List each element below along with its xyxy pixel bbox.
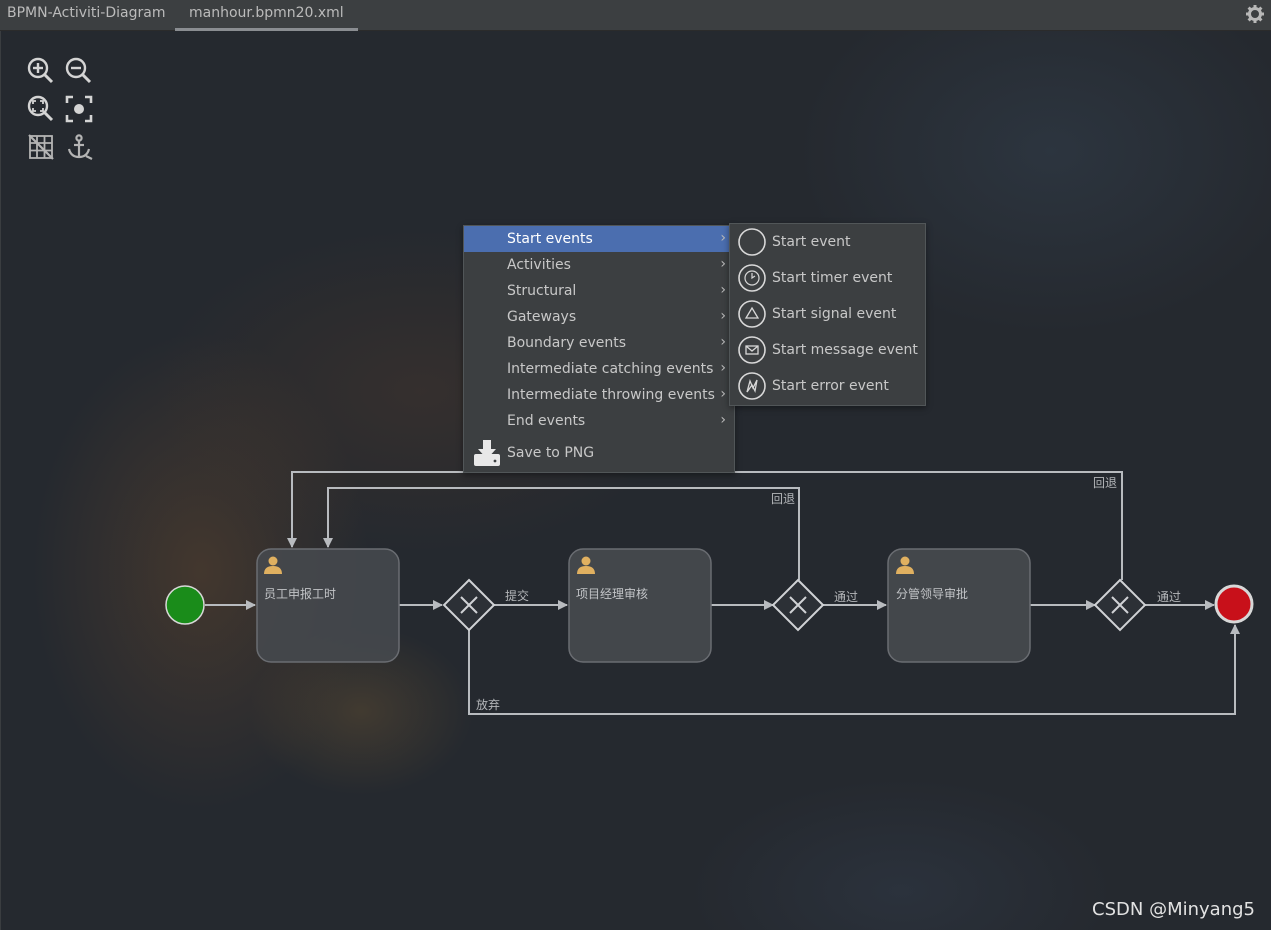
menu-item-gateways[interactable]: Gateways › <box>464 304 734 330</box>
watermark: CSDN @Minyang5 <box>1092 899 1255 920</box>
timer-icon <box>738 264 766 292</box>
task-pm-review[interactable] <box>568 548 712 663</box>
menu-item-label: Structural <box>507 283 577 299</box>
context-menu: Start events › Activities › Structural ›… <box>463 225 735 473</box>
exclusive-gateway-2[interactable] <box>771 578 825 632</box>
task-label: 分管领导审批 <box>896 587 969 601</box>
task-employee-report[interactable] <box>256 548 400 663</box>
menu-item-label: End events <box>507 413 586 429</box>
chevron-right-icon: › <box>720 334 726 350</box>
circle-icon <box>738 228 766 256</box>
menu-item-activities[interactable]: Activities › <box>464 252 734 278</box>
menu-item-save-to-png[interactable]: Save to PNG <box>464 438 734 470</box>
submenu-item-label: Start error event <box>772 378 889 394</box>
menu-item-label: Save to PNG <box>507 445 595 461</box>
start-events-submenu: Start event Start timer event Start sign… <box>729 223 926 406</box>
menu-item-label: Intermediate catching events <box>507 361 714 377</box>
submenu-item-label: Start signal event <box>772 306 897 322</box>
menu-item-label: Activities <box>507 257 571 273</box>
chevron-right-icon: › <box>720 412 726 428</box>
flow-label-submit: 提交 <box>505 589 530 603</box>
menu-item-label: Gateways <box>507 309 577 325</box>
submenu-item-start-message-event[interactable]: Start message event <box>730 332 925 368</box>
submenu-item-start-error-event[interactable]: Start error event <box>730 368 925 404</box>
submenu-item-label: Start event <box>772 234 851 250</box>
task-label: 员工申报工时 <box>264 587 337 601</box>
flow-label-reject: 回退 <box>1093 476 1118 490</box>
submenu-item-start-signal-event[interactable]: Start signal event <box>730 296 925 332</box>
submenu-item-start-event[interactable]: Start event <box>730 224 925 260</box>
signal-icon <box>738 300 766 328</box>
menu-item-intermediate-throwing-events[interactable]: Intermediate throwing events › <box>464 382 734 408</box>
submenu-item-start-timer-event[interactable]: Start timer event <box>730 260 925 296</box>
task-label: 项目经理审核 <box>576 587 649 601</box>
submenu-item-label: Start timer event <box>772 270 893 286</box>
message-icon <box>738 336 766 364</box>
flow-label-reject: 回退 <box>771 492 796 506</box>
chevron-right-icon: › <box>720 308 726 324</box>
chevron-right-icon: › <box>720 360 726 376</box>
menu-item-label: Boundary events <box>507 335 627 351</box>
menu-item-boundary-events[interactable]: Boundary events › <box>464 330 734 356</box>
chevron-right-icon: › <box>720 230 726 246</box>
exclusive-gateway-3[interactable] <box>1093 578 1147 632</box>
flow-label-pass: 通过 <box>1157 590 1182 604</box>
flow-label-pass: 通过 <box>834 590 859 604</box>
flow-label-abandon: 放弃 <box>476 698 501 712</box>
menu-item-label: Start events <box>507 231 593 247</box>
submenu-item-label: Start message event <box>772 342 918 358</box>
start-event[interactable] <box>165 585 205 625</box>
task-leader-approve[interactable] <box>887 548 1031 663</box>
menu-item-end-events[interactable]: End events › <box>464 408 734 434</box>
menu-item-label: Intermediate throwing events <box>507 387 715 403</box>
menu-item-structural[interactable]: Structural › <box>464 278 734 304</box>
error-icon <box>738 372 766 400</box>
chevron-right-icon: › <box>720 256 726 272</box>
end-event[interactable] <box>1214 584 1254 624</box>
menu-item-intermediate-catching-events[interactable]: Intermediate catching events › <box>464 356 734 382</box>
exclusive-gateway-1[interactable] <box>442 578 496 632</box>
chevron-right-icon: › <box>720 386 726 402</box>
save-download-icon <box>474 440 500 466</box>
chevron-right-icon: › <box>720 282 726 298</box>
menu-item-start-events[interactable]: Start events › <box>464 226 734 252</box>
